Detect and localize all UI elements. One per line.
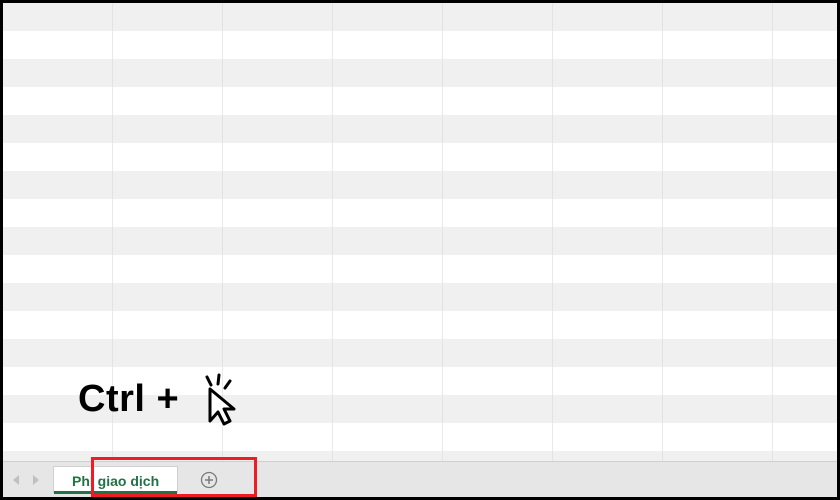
grid-row (3, 115, 837, 143)
new-sheet-button[interactable] (198, 469, 220, 491)
sheet-tab-active[interactable]: Phí giao dịch (53, 466, 178, 493)
grid-row (3, 227, 837, 255)
grid-row (3, 31, 837, 59)
grid-row (3, 423, 837, 451)
grid-row (3, 3, 837, 31)
grid-row (3, 199, 837, 227)
grid-row (3, 395, 837, 423)
tab-prev-button[interactable] (9, 473, 23, 487)
grid-row (3, 143, 837, 171)
tab-next-button[interactable] (29, 473, 43, 487)
sheet-tab-label: Phí giao dịch (72, 473, 159, 489)
sheet-tab-bar: Phí giao dịch (3, 461, 837, 497)
grid-row (3, 311, 837, 339)
spreadsheet-grid[interactable] (3, 3, 837, 461)
grid-row (3, 171, 837, 199)
grid-row (3, 339, 837, 367)
grid-row (3, 255, 837, 283)
tab-nav (9, 473, 43, 487)
grid-row (3, 59, 837, 87)
grid-row (3, 451, 837, 461)
grid-row (3, 87, 837, 115)
grid-row (3, 367, 837, 395)
grid-row (3, 283, 837, 311)
